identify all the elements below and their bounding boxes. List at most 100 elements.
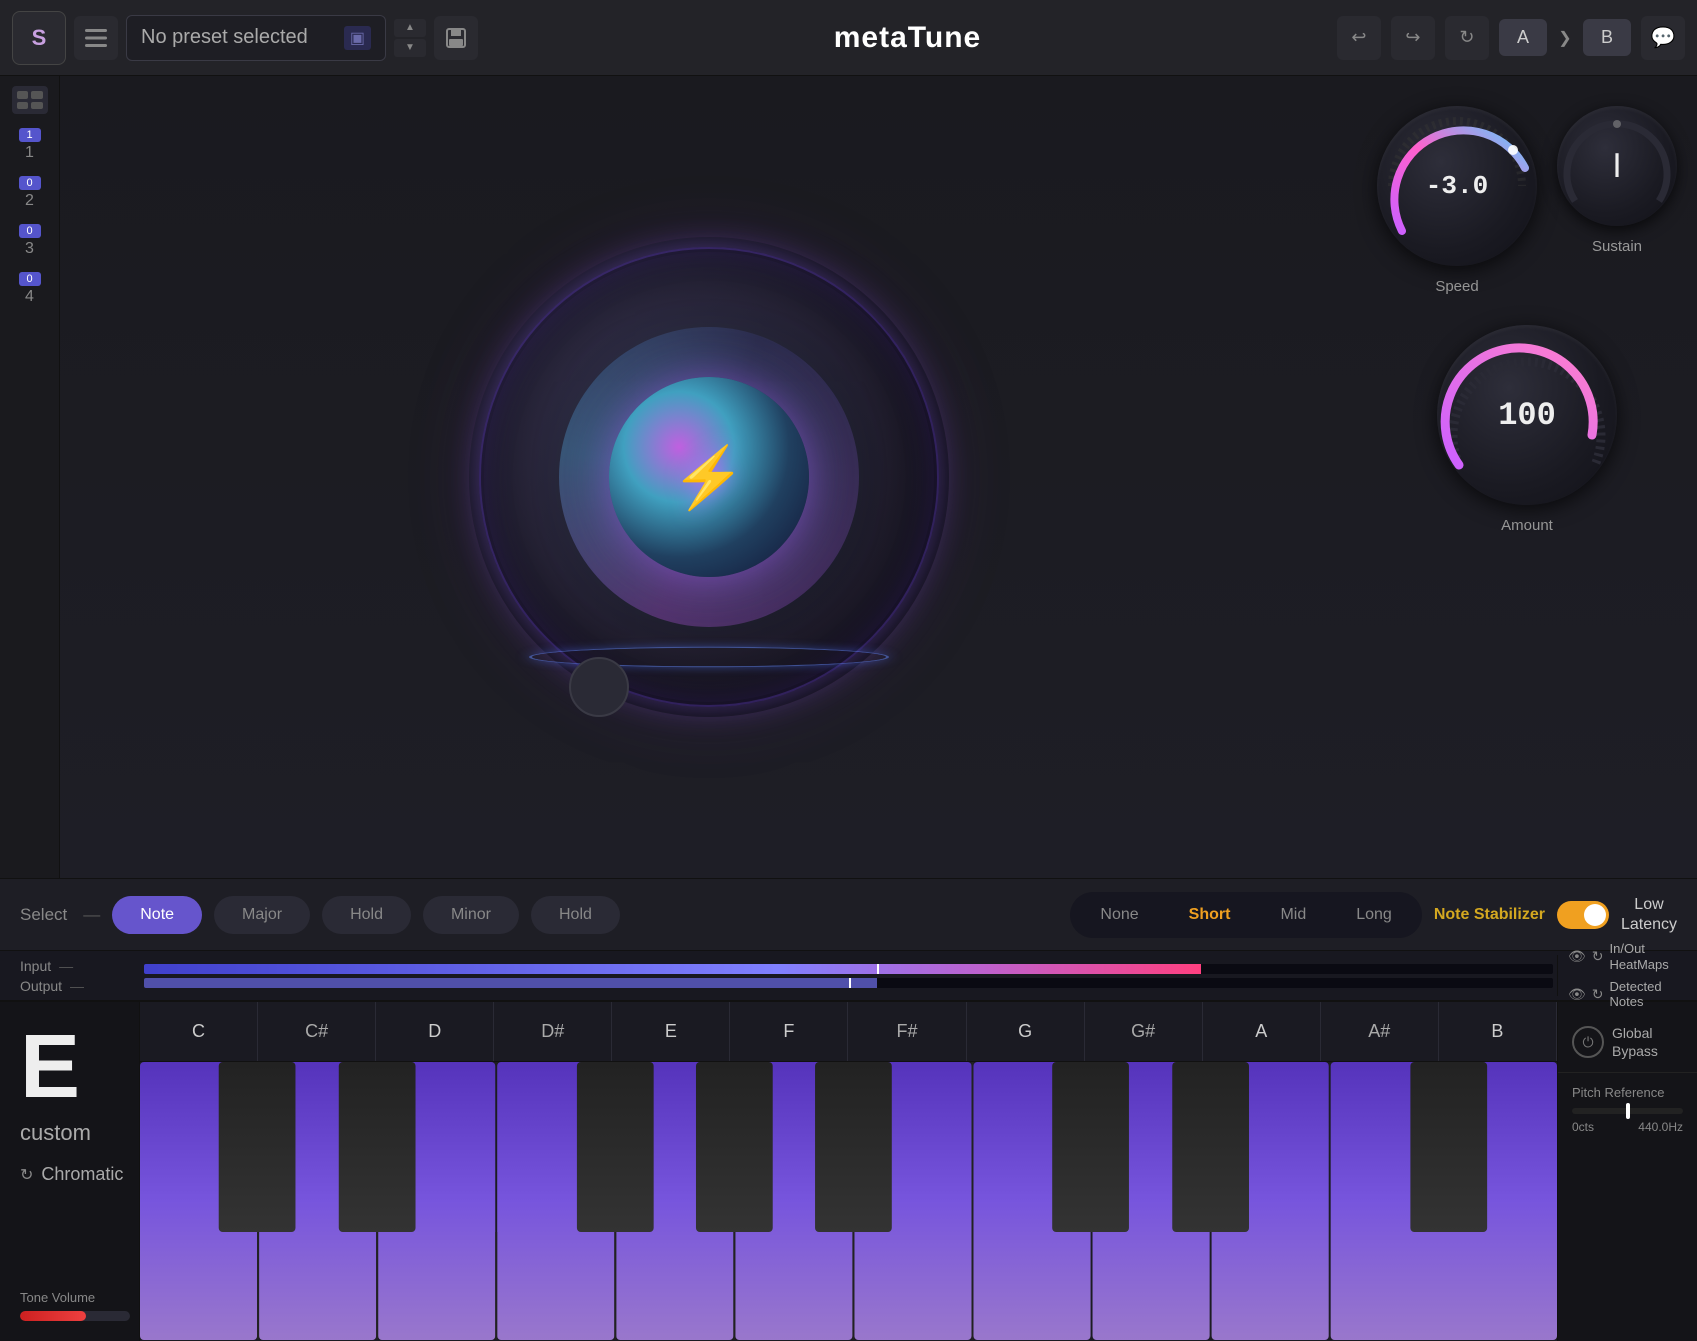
long-button[interactable]: Long — [1334, 898, 1414, 932]
key-root-note: E — [20, 1022, 119, 1112]
bottom-section: Select — Note Major Hold Minor Hold None… — [0, 878, 1697, 1341]
note-label-Fs: F# — [848, 1002, 966, 1061]
channel-1-badge: 1 — [19, 128, 41, 142]
piano-key-Ds[interactable] — [339, 1062, 416, 1232]
refresh-icon-2: ↻ — [1592, 986, 1604, 1003]
b-button[interactable]: B — [1583, 19, 1631, 56]
note-label-Gs: G# — [1085, 1002, 1203, 1061]
select-bar: Select — Note Major Hold Minor Hold None… — [0, 879, 1697, 951]
key-mode: custom — [20, 1120, 119, 1146]
redo-button[interactable]: ↪ — [1391, 16, 1435, 60]
speed-value: -3.0 — [1426, 171, 1488, 201]
hold2-button[interactable]: Hold — [531, 896, 620, 934]
orb-outer: ⚡ — [469, 237, 949, 717]
hold1-button[interactable]: Hold — [322, 896, 411, 934]
pitch-slider-track[interactable] — [1572, 1108, 1683, 1114]
piano-key-Ds2[interactable] — [1172, 1062, 1249, 1232]
preset-name-label: No preset selected — [141, 26, 338, 49]
refresh-icon-1: ↻ — [1592, 948, 1604, 965]
pitch-slider-thumb — [1626, 1103, 1630, 1119]
low-latency-label: LowLatency — [1621, 895, 1677, 933]
orb-inner: ⚡ — [609, 377, 809, 577]
scale-name: Chromatic — [41, 1164, 123, 1185]
note-label-A: A — [1203, 1002, 1321, 1061]
a-button[interactable]: A — [1499, 19, 1547, 56]
in-out-heatmaps-item[interactable]: 👁 ↻ In/OutHeatMaps — [1568, 939, 1687, 974]
preset-nav-arrows: ▲ ▼ — [394, 19, 426, 57]
refresh-button[interactable]: ↻ — [1445, 16, 1489, 60]
channel-2[interactable]: 0 2 — [19, 176, 41, 210]
output-meter-bar — [144, 978, 1553, 988]
channel-1-number: 1 — [25, 144, 34, 162]
output-label: Output — — [20, 978, 140, 994]
scale-refresh-icon[interactable]: ↻ — [20, 1165, 33, 1185]
preset-icon: ▣ — [344, 26, 371, 50]
global-bypass-item[interactable]: ⏻ GlobalBypass — [1558, 1012, 1697, 1073]
logo-button[interactable]: S — [12, 11, 66, 65]
eye-icon-2: 👁 — [1568, 986, 1586, 1003]
note-label-D: D — [376, 1002, 494, 1061]
grid-cell-4 — [31, 102, 43, 110]
piano-keyboard-svg — [140, 1062, 1557, 1341]
right-controls: -3.0 Speed ┃ Sustain — [1357, 76, 1697, 878]
amount-knob[interactable]: 100 — [1437, 325, 1617, 505]
input-label-text: Input — [20, 958, 51, 974]
ab-arrow-right: ❯ — [1551, 16, 1579, 60]
message-button[interactable]: 💬 — [1641, 16, 1685, 60]
output-meter-fill — [144, 978, 877, 988]
piano-key-Fs2[interactable] — [1410, 1062, 1487, 1232]
channel-3-number: 3 — [25, 240, 34, 258]
in-out-heatmaps-label: In/OutHeatMaps — [1610, 941, 1669, 972]
save-icon — [445, 27, 467, 49]
io-meter-track — [140, 955, 1557, 996]
piano-key-Fs[interactable] — [577, 1062, 654, 1232]
note-stabilizer-toggle[interactable] — [1557, 901, 1609, 929]
pitch-cents-value: 0cts — [1572, 1120, 1594, 1134]
hamburger-icon — [85, 29, 107, 47]
note-button[interactable]: Note — [112, 896, 202, 934]
piano-key-As[interactable] — [815, 1062, 892, 1232]
io-meters: Input — Output — — [0, 951, 1697, 1001]
channel-1[interactable]: 1 1 — [19, 128, 41, 162]
preset-down-arrow[interactable]: ▼ — [394, 39, 426, 57]
short-button[interactable]: Short — [1167, 898, 1253, 932]
none-button[interactable]: None — [1078, 898, 1160, 932]
speed-value-group: -3.0 — [1426, 171, 1488, 201]
undo-button[interactable]: ↩ — [1337, 16, 1381, 60]
ab-section: A ❯ B — [1499, 16, 1631, 60]
tone-volume-area: Tone Volume — [20, 1290, 119, 1321]
tone-slider-track[interactable] — [20, 1311, 130, 1321]
piano-key-Cs2[interactable] — [1052, 1062, 1129, 1232]
orb-lightning-icon: ⚡ — [671, 442, 746, 513]
pitch-reference-label: Pitch Reference — [1572, 1085, 1683, 1100]
preset-selector[interactable]: No preset selected ▣ — [126, 15, 386, 61]
orb-area: ⚡ — [60, 76, 1357, 878]
sustain-knob[interactable]: ┃ — [1557, 106, 1677, 226]
piano-key-Cs[interactable] — [219, 1062, 296, 1232]
channel-2-number: 2 — [25, 192, 34, 210]
small-circle — [569, 657, 629, 717]
top-bar: S No preset selected ▣ ▲ ▼ metaTune ↩ ↪ … — [0, 0, 1697, 76]
note-label-F: F — [730, 1002, 848, 1061]
input-label: Input — — [20, 958, 140, 974]
channel-3[interactable]: 0 3 — [19, 224, 41, 258]
channel-2-badge: 0 — [19, 176, 41, 190]
viz-section: 1 1 0 2 0 3 0 4 — [0, 76, 1697, 878]
note-label-B: B — [1439, 1002, 1557, 1061]
tone-slider-fill — [20, 1311, 86, 1321]
menu-button[interactable] — [74, 16, 118, 60]
select-dash: — — [83, 905, 100, 925]
channel-4[interactable]: 0 4 — [19, 272, 41, 306]
channel-grid-icon — [12, 86, 48, 114]
channel-3-badge: 0 — [19, 224, 41, 238]
input-meter-cursor — [877, 964, 879, 974]
piano-key-Gs[interactable] — [696, 1062, 773, 1232]
note-stabilizer-label: Note Stabilizer — [1434, 906, 1545, 924]
speed-knob[interactable]: -3.0 — [1377, 106, 1537, 266]
preset-up-arrow[interactable]: ▲ — [394, 19, 426, 37]
mid-button[interactable]: Mid — [1258, 898, 1328, 932]
minor-button[interactable]: Minor — [423, 896, 519, 934]
major-button[interactable]: Major — [214, 896, 310, 934]
save-button[interactable] — [434, 16, 478, 60]
detected-notes-item[interactable]: 👁 ↻ DetectedNotes — [1568, 977, 1687, 1012]
